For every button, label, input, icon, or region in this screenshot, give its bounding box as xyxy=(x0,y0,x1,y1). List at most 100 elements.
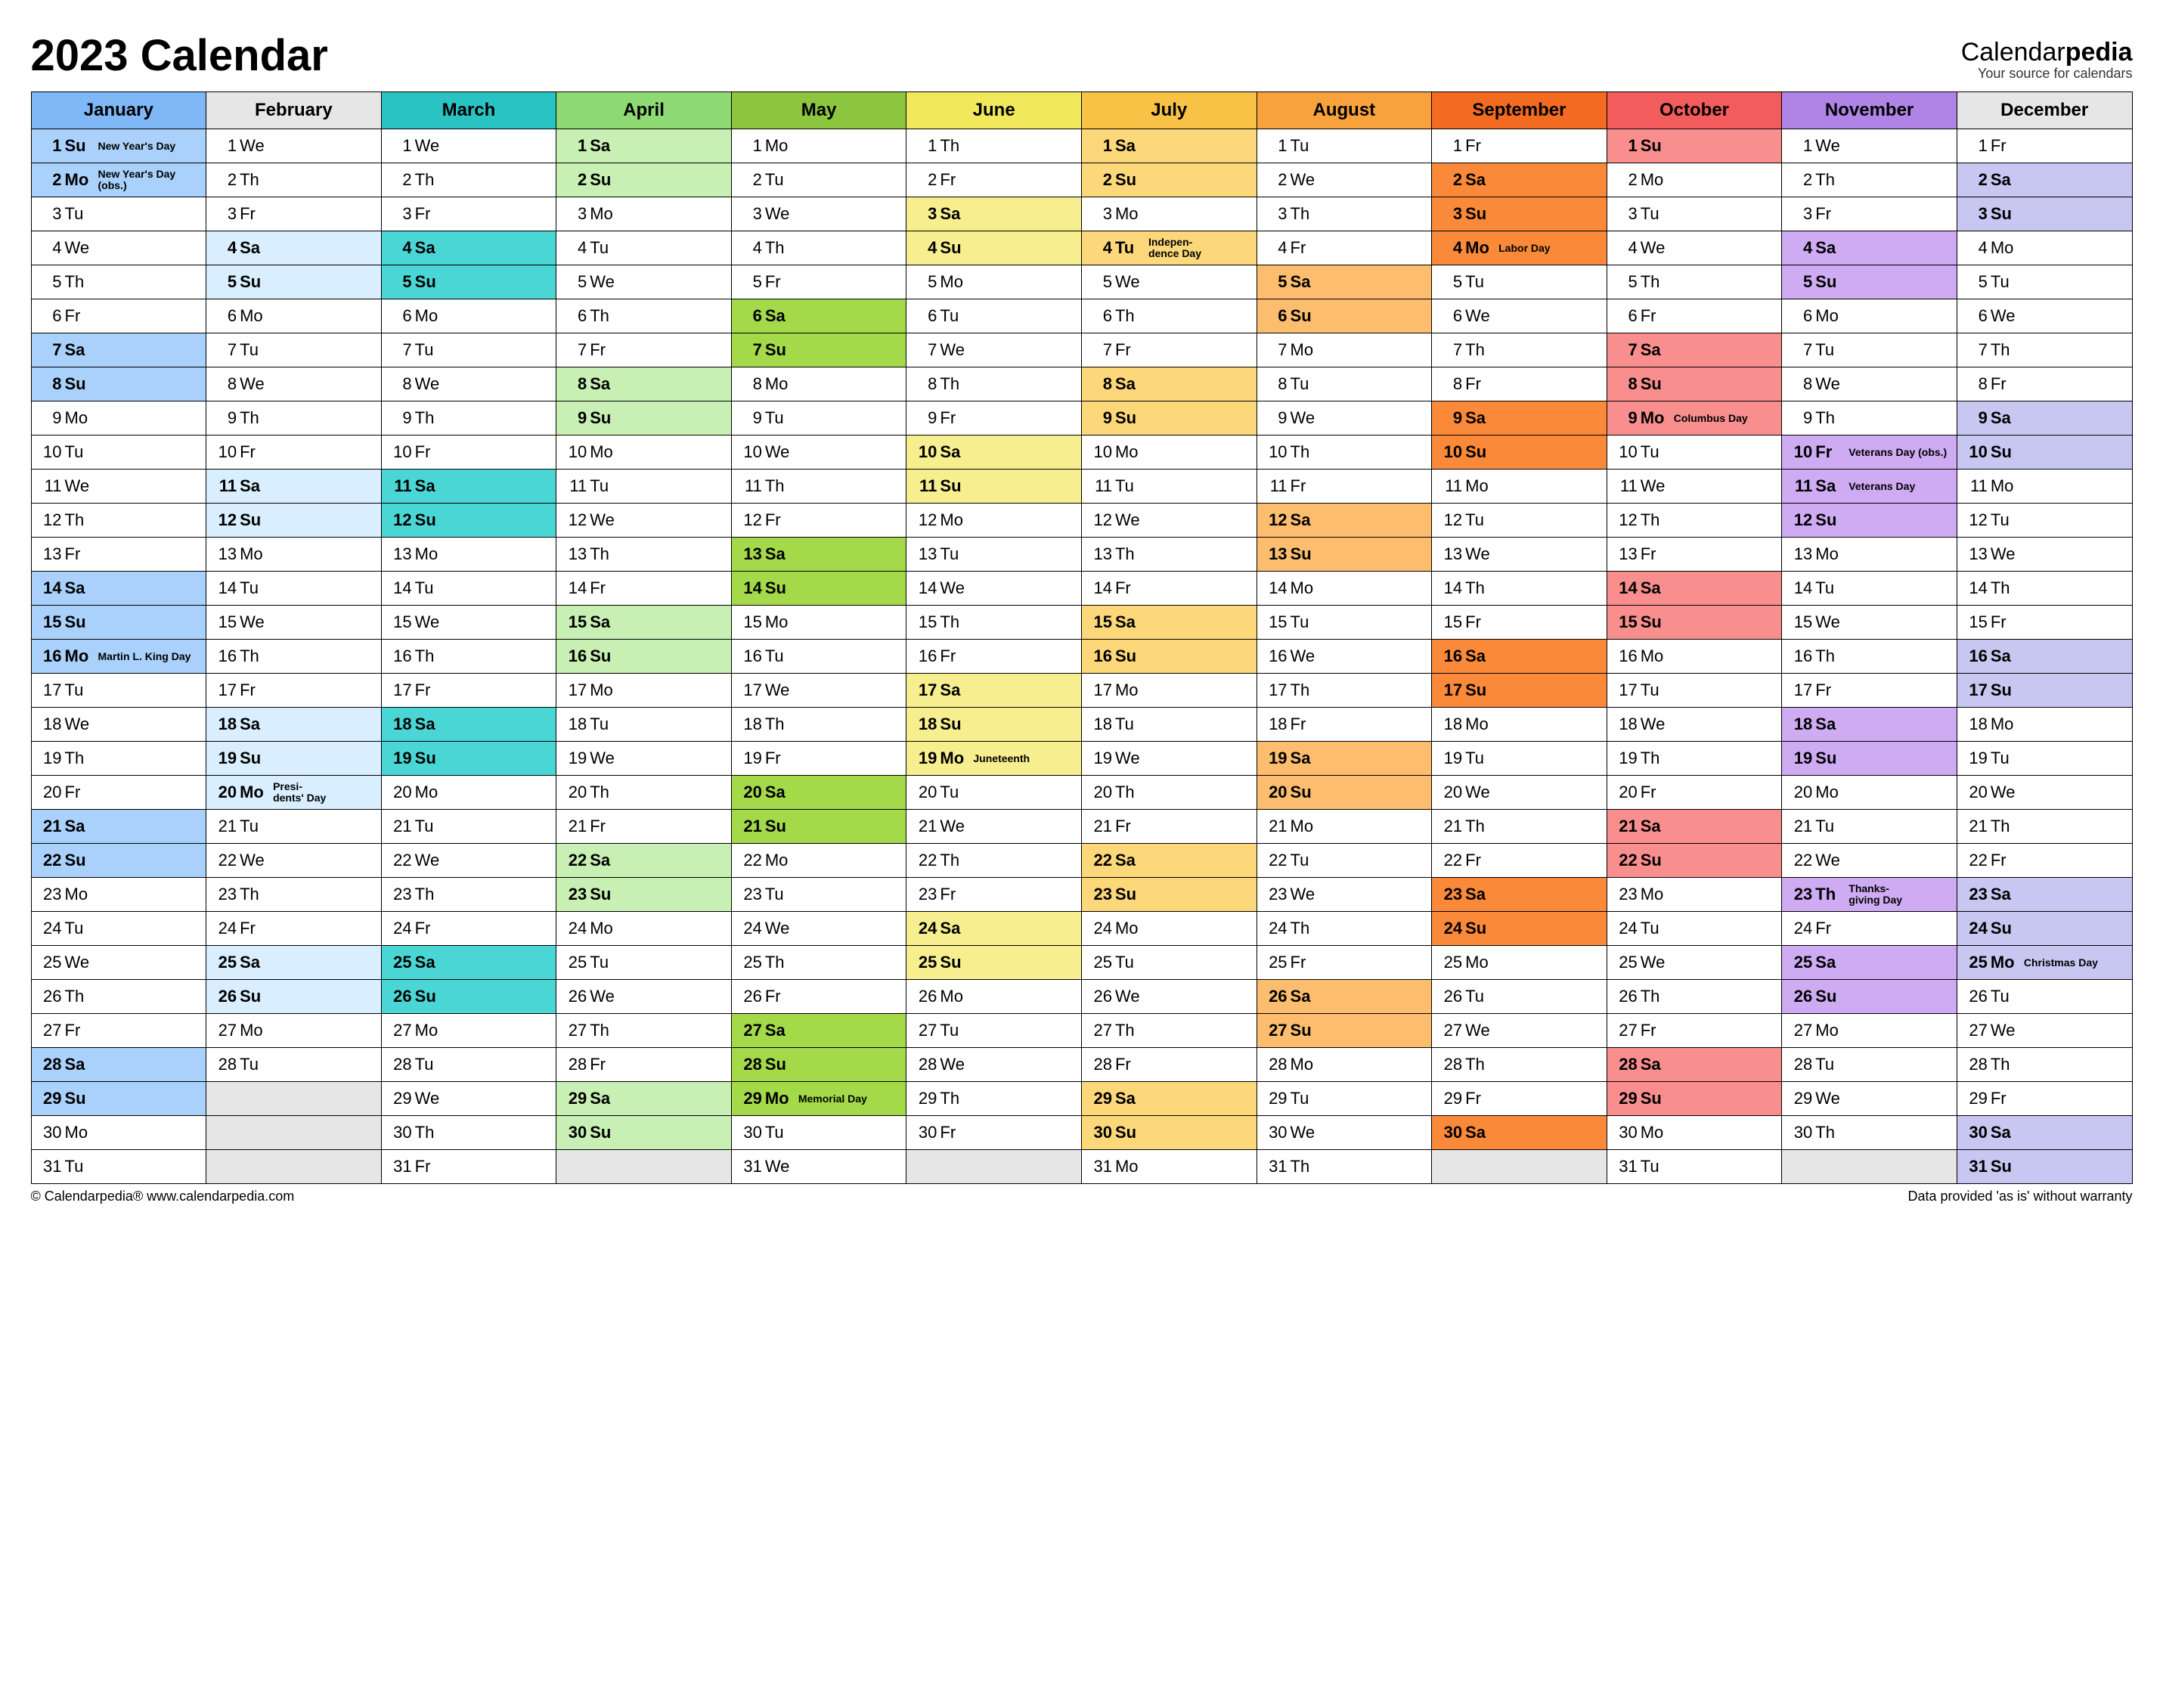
day-number: 27 xyxy=(386,1021,412,1040)
day-number: 23 xyxy=(1086,885,1112,904)
day-cell: 23Mo xyxy=(1607,878,1782,912)
day-cell: 3Fr xyxy=(381,197,556,231)
day-of-week: Su xyxy=(1465,919,1495,938)
day-of-week: Th xyxy=(940,136,970,156)
day-cell: 6Fr xyxy=(31,299,206,333)
day-cell: 18Sa xyxy=(206,708,382,742)
day-cell: 4TuIndepen- dence Day xyxy=(1081,231,1257,265)
day-of-week: Mo xyxy=(590,204,620,224)
day-of-week: Fr xyxy=(240,680,270,700)
day-cell: 7Su xyxy=(731,333,906,367)
day-cell: 23Th xyxy=(381,878,556,912)
day-of-week: Tu xyxy=(1641,919,1671,938)
day-of-week: Sa xyxy=(1465,170,1495,190)
day-number: 20 xyxy=(911,783,937,802)
day-number: 7 xyxy=(1786,340,1812,360)
day-number: 24 xyxy=(911,919,937,938)
day-of-week: Tu xyxy=(1465,510,1495,530)
day-number: 29 xyxy=(911,1089,937,1108)
day-cell: 30Th xyxy=(381,1116,556,1150)
day-cell: 9Tu xyxy=(731,401,906,436)
day-number: 22 xyxy=(1962,851,1988,870)
day-cell: 25Mo xyxy=(1432,946,1607,980)
day-of-week: We xyxy=(940,578,970,598)
day-of-week: We xyxy=(415,851,445,870)
day-of-week: Mo xyxy=(415,306,445,326)
day-number: 30 xyxy=(386,1123,412,1142)
day-of-week: Mo xyxy=(590,919,620,938)
day-number: 1 xyxy=(1962,136,1988,156)
day-cell: 24Su xyxy=(1432,912,1607,946)
day-of-week: Tu xyxy=(1641,1157,1671,1176)
day-number: 5 xyxy=(1262,272,1288,292)
day-number: 31 xyxy=(1086,1157,1112,1176)
day-cell: 29Sa xyxy=(1081,1082,1257,1116)
day-of-week: Su xyxy=(1641,851,1671,870)
day-number: 28 xyxy=(1962,1055,1988,1074)
day-of-week: Th xyxy=(1291,680,1321,700)
day-cell: 22We xyxy=(381,844,556,878)
day-of-week: Tu xyxy=(65,204,95,224)
day-of-week: Tu xyxy=(65,919,95,938)
day-of-week: Tu xyxy=(940,1021,970,1040)
day-number: 24 xyxy=(1612,919,1638,938)
day-cell: 7Th xyxy=(1432,333,1607,367)
day-of-week: We xyxy=(1815,612,1845,632)
day-cell: 30Mo xyxy=(31,1116,206,1150)
day-of-week: Sa xyxy=(590,374,620,394)
day-number: 5 xyxy=(211,272,237,292)
day-of-week: We xyxy=(1115,272,1145,292)
day-number: 25 xyxy=(1786,953,1812,972)
day-of-week: We xyxy=(1291,408,1321,428)
day-cell: 25Fr xyxy=(1257,946,1432,980)
day-number: 29 xyxy=(736,1089,762,1108)
day-cell: 3Th xyxy=(1257,197,1432,231)
day-cell: 14Tu xyxy=(381,572,556,606)
day-number: 27 xyxy=(1786,1021,1812,1040)
day-cell: 9Sa xyxy=(1957,401,2132,436)
day-number: 21 xyxy=(911,817,937,836)
day-number: 9 xyxy=(386,408,412,428)
day-cell: 11Sa xyxy=(381,470,556,504)
day-cell: 21We xyxy=(906,810,1082,844)
day-number: 8 xyxy=(736,374,762,394)
day-of-week: Mo xyxy=(1815,1021,1845,1040)
day-cell: 31Tu xyxy=(1607,1150,1782,1184)
day-cell: 19We xyxy=(556,742,732,776)
day-cell: 8Su xyxy=(31,367,206,401)
day-cell: 6Mo xyxy=(206,299,382,333)
event-label: Thanks- giving Day xyxy=(1848,883,1952,905)
day-of-week: Tu xyxy=(765,408,795,428)
day-number: 5 xyxy=(1612,272,1638,292)
day-cell: 17Fr xyxy=(1782,674,1957,708)
day-of-week: Su xyxy=(1115,170,1145,190)
day-cell: 29Fr xyxy=(1957,1082,2132,1116)
day-of-week: Mo xyxy=(590,442,620,462)
day-of-week: Mo xyxy=(65,1123,95,1142)
day-cell: 9Mo xyxy=(31,401,206,436)
day-number: 8 xyxy=(386,374,412,394)
day-number: 18 xyxy=(211,715,237,734)
day-of-week: Sa xyxy=(1815,953,1845,972)
day-cell: 15We xyxy=(206,606,382,640)
day-number: 27 xyxy=(36,1021,62,1040)
day-cell: 21Sa xyxy=(31,810,206,844)
day-number: 13 xyxy=(736,544,762,564)
day-number: 3 xyxy=(736,204,762,224)
day-number: 23 xyxy=(736,885,762,904)
day-number: 25 xyxy=(911,953,937,972)
day-cell: 4Su xyxy=(906,231,1082,265)
day-cell: 10Fr xyxy=(206,436,382,470)
day-of-week: Su xyxy=(940,715,970,734)
day-of-week: Sa xyxy=(1815,715,1845,734)
day-number: 16 xyxy=(1086,646,1112,666)
day-number: 19 xyxy=(1262,749,1288,768)
day-cell: 19Tu xyxy=(1957,742,2132,776)
day-cell: 18Tu xyxy=(1081,708,1257,742)
day-cell: 5Th xyxy=(31,265,206,299)
day-of-week: Tu xyxy=(65,680,95,700)
day-cell: 16Su xyxy=(1081,640,1257,674)
day-of-week: We xyxy=(1991,1021,2021,1040)
day-cell: 2Tu xyxy=(731,163,906,197)
day-number: 10 xyxy=(36,442,62,462)
